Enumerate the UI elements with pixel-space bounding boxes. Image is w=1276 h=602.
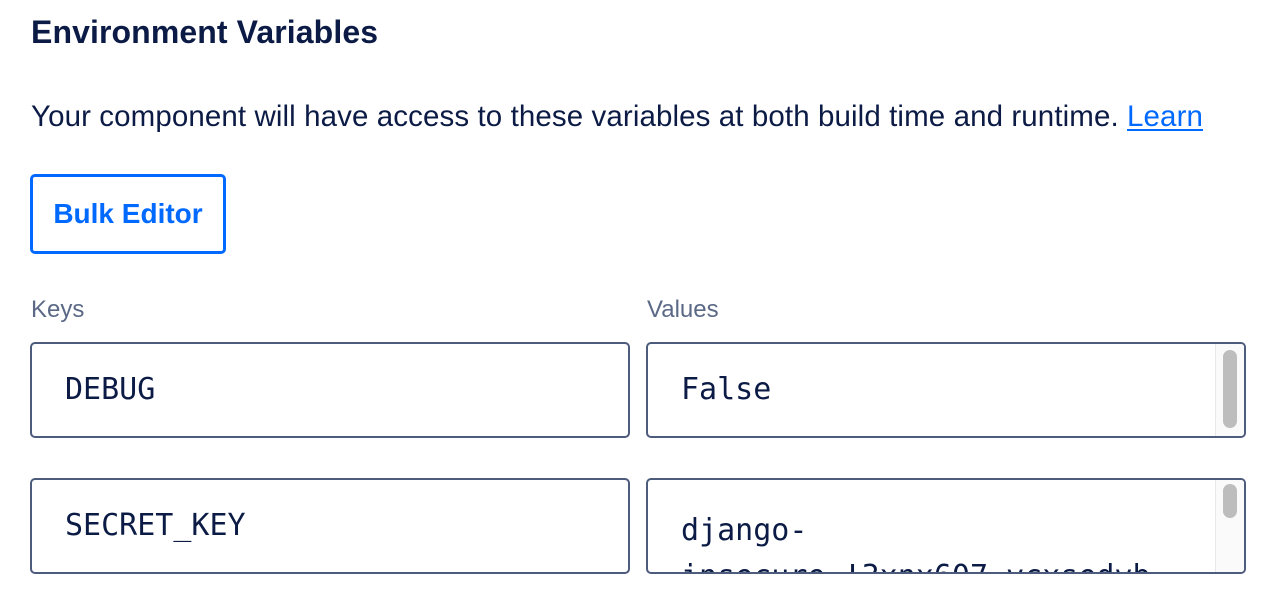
section-title: Environment Variables [31, 14, 379, 50]
key-field-secret-key[interactable]: SECRET_KEY [30, 478, 630, 574]
description-text: Your component will have access to these… [31, 100, 1128, 133]
section-description: Your component will have access to these… [31, 100, 1203, 134]
value-field-debug[interactable]: False [646, 342, 1246, 438]
key-text: DEBUG [65, 372, 156, 407]
scroll-thumb[interactable] [1223, 350, 1237, 428]
value-scrollbar[interactable] [1215, 480, 1244, 572]
value-text: django- insecure-!3xnx607=vcxsedvb [681, 513, 1151, 572]
values-column-label: Values [647, 296, 719, 323]
bulk-editor-button[interactable]: Bulk Editor [30, 174, 226, 254]
value-scrollbar[interactable] [1215, 344, 1244, 436]
learn-more-link[interactable]: Learn [1127, 100, 1203, 133]
value-text: False [681, 372, 772, 407]
key-text: SECRET_KEY [65, 508, 246, 543]
key-field-debug[interactable]: DEBUG [30, 342, 630, 438]
keys-column-label: Keys [31, 296, 85, 323]
scroll-thumb[interactable] [1223, 484, 1237, 518]
value-field-secret-key[interactable]: django- insecure-!3xnx607=vcxsedvb [646, 478, 1246, 574]
